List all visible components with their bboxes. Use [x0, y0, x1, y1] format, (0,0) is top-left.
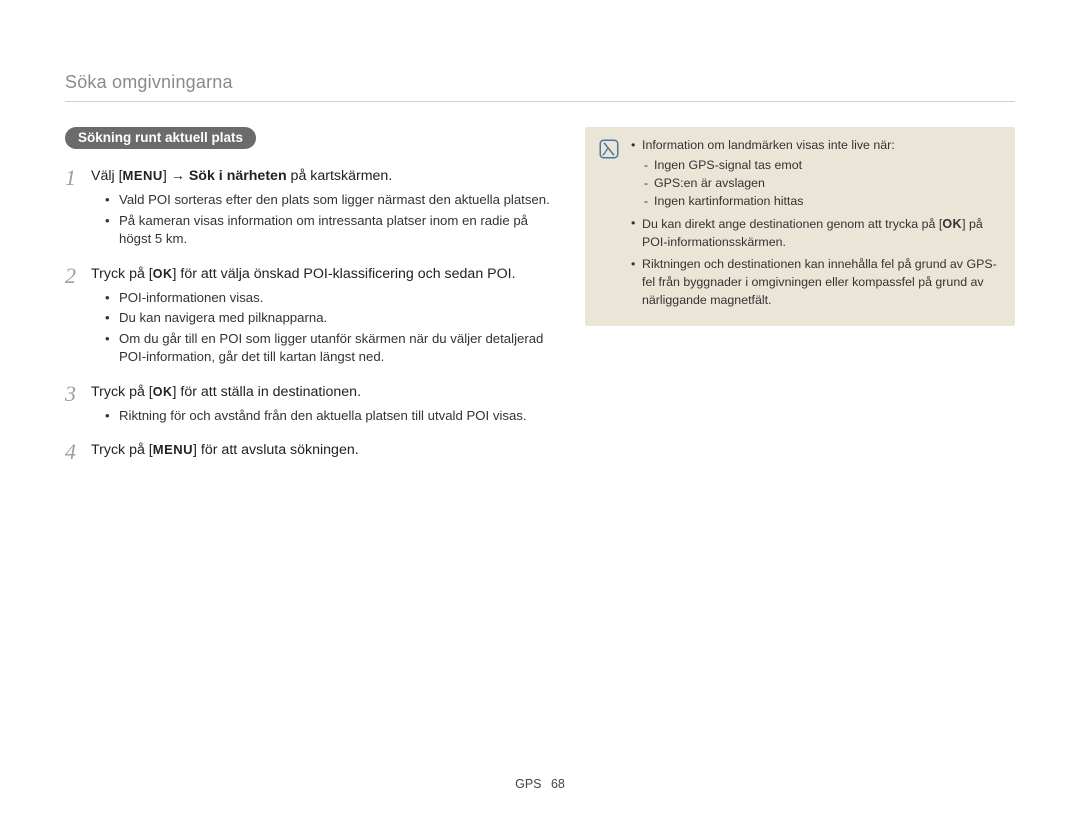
text: Tryck på [ — [91, 442, 153, 458]
text: ] för att ställa in destinationen. — [173, 384, 362, 400]
text: ] för att välja önskad POI-klassificerin… — [173, 266, 516, 282]
text: ] → — [163, 168, 189, 184]
page-header: Söka omgivningarna — [65, 72, 1015, 93]
page-footer: GPS 68 — [0, 777, 1080, 791]
columns: Sökning runt aktuell plats 1 Välj [MENU]… — [65, 127, 1015, 463]
column-left: Sökning runt aktuell plats 1 Välj [MENU]… — [65, 127, 550, 463]
step-1: 1 Välj [MENU] → Sök i närheten på kartsk… — [65, 167, 550, 251]
text: Information om landmärken visas inte liv… — [642, 138, 895, 152]
text: ] för att avsluta sökningen. — [193, 442, 359, 458]
bullet-item: Vald POI sorteras efter den plats som li… — [105, 191, 550, 209]
header-rule — [65, 101, 1015, 102]
note-sublist: Ingen GPS-signal tas emot GPS:en är avsl… — [644, 157, 1001, 211]
note-box: Information om landmärken visas inte liv… — [585, 127, 1015, 326]
footer-page: 68 — [551, 777, 565, 791]
note-icon — [599, 139, 619, 159]
bullet-item: Du kan navigera med pilknapparna. — [105, 309, 550, 327]
bullet-item: Riktning för och avstånd från den aktuel… — [105, 407, 550, 425]
ok-icon: OK — [153, 266, 173, 283]
note-item: Du kan direkt ange destinationen genom a… — [631, 215, 1001, 252]
menu-icon: MENU — [123, 167, 163, 185]
text: på kartskärmen. — [287, 168, 393, 184]
ok-icon: OK — [153, 384, 173, 401]
note-subitem: Ingen kartinformation hittas — [644, 193, 1001, 211]
step-3: 3 Tryck på [OK] för att ställa in destin… — [65, 383, 550, 428]
text: Välj [ — [91, 168, 123, 184]
bullet-list: Riktning för och avstånd från den aktuel… — [105, 407, 550, 425]
note-item: Riktningen och destinationen kan innehål… — [631, 256, 1001, 310]
step-body: Tryck på [OK] för att ställa in destinat… — [91, 383, 550, 428]
page-title: Söka omgivningarna — [65, 72, 233, 92]
ok-icon: OK — [942, 215, 962, 233]
note-list: Information om landmärken visas inte liv… — [631, 137, 1001, 314]
step-number: 4 — [65, 441, 91, 463]
step-4: 4 Tryck på [MENU] för att avsluta söknin… — [65, 441, 550, 463]
step-body: Välj [MENU] → Sök i närheten på kartskär… — [91, 167, 550, 251]
column-right: Information om landmärken visas inte liv… — [585, 127, 1015, 463]
bold-text: Sök i närheten — [189, 168, 287, 184]
menu-icon: MENU — [153, 441, 193, 459]
text: Tryck på [ — [91, 266, 153, 282]
bullet-item: På kameran visas information om intressa… — [105, 212, 550, 249]
bullet-item: Om du går till en POI som ligger utanför… — [105, 330, 550, 367]
footer-section: GPS — [515, 777, 541, 791]
step-body: Tryck på [OK] för att välja önskad POI-k… — [91, 265, 550, 369]
bullet-item: POI-informationen visas. — [105, 289, 550, 307]
section-pill: Sökning runt aktuell plats — [65, 127, 256, 149]
steps-list: 1 Välj [MENU] → Sök i närheten på kartsk… — [65, 167, 550, 463]
text: Du kan direkt ange destinationen genom a… — [642, 217, 942, 231]
bullet-list: Vald POI sorteras efter den plats som li… — [105, 191, 550, 248]
bullet-list: POI-informationen visas. Du kan navigera… — [105, 289, 550, 367]
note-item: Information om landmärken visas inte liv… — [631, 137, 1001, 211]
note-subitem: GPS:en är avslagen — [644, 175, 1001, 193]
step-number: 1 — [65, 167, 91, 189]
page: Söka omgivningarna Sökning runt aktuell … — [0, 0, 1080, 815]
step-number: 2 — [65, 265, 91, 287]
step-2: 2 Tryck på [OK] för att välja önskad POI… — [65, 265, 550, 369]
text: Tryck på [ — [91, 384, 153, 400]
step-body: Tryck på [MENU] för att avsluta sökninge… — [91, 441, 550, 460]
step-number: 3 — [65, 383, 91, 405]
note-subitem: Ingen GPS-signal tas emot — [644, 157, 1001, 175]
